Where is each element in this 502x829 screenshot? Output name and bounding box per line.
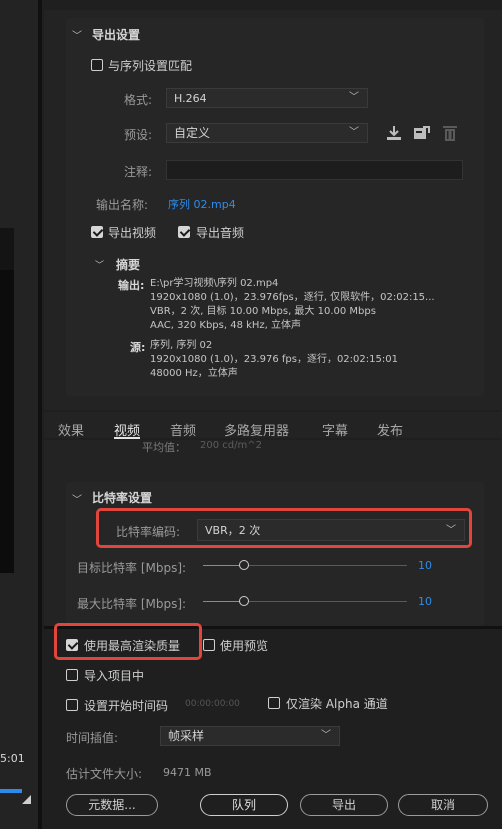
target-bitrate-fill bbox=[203, 565, 244, 566]
chevron-down-icon: ﹀ bbox=[321, 730, 331, 741]
import-preset-icon[interactable] bbox=[413, 125, 431, 141]
format-dropdown[interactable]: H.264 ﹀ bbox=[166, 88, 368, 108]
format-value: H.264 bbox=[174, 92, 207, 105]
tab-video-underline bbox=[114, 437, 140, 439]
summary-chevron-icon[interactable]: ﹀ bbox=[95, 258, 104, 271]
export-settings-title: 导出设置 bbox=[92, 28, 141, 42]
tab-publish[interactable]: 发布 bbox=[377, 420, 403, 439]
output-name-link[interactable]: 序列 02.mp4 bbox=[168, 196, 236, 212]
timecode-label: 5:01 bbox=[0, 752, 25, 765]
summary-output-line-3: VBR，2 次, 目标 10.00 Mbps, 最大 10.00 Mbps bbox=[150, 306, 376, 317]
preset-label: 预设: bbox=[124, 128, 153, 142]
format-label: 格式: bbox=[124, 93, 153, 107]
bitrate-title: 比特率设置 bbox=[92, 491, 153, 505]
highlight-max-quality bbox=[54, 623, 202, 660]
summary-title: 摘要 bbox=[116, 258, 141, 272]
import-project-label: 导入项目中 bbox=[84, 669, 145, 683]
tab-captions[interactable]: 字幕 bbox=[322, 420, 348, 439]
tab-audio[interactable]: 音频 bbox=[170, 420, 196, 439]
highlight-bitrate-encoding bbox=[96, 508, 472, 548]
export-audio-label: 导出音频 bbox=[196, 226, 245, 240]
max-bitrate-label: 最大比特率 [Mbps]: bbox=[77, 597, 187, 611]
export-video-checkbox[interactable] bbox=[91, 226, 103, 238]
summary-source-line-3: 48000 Hz，立体声 bbox=[150, 368, 238, 379]
metadata-button[interactable]: 元数据... bbox=[66, 794, 158, 816]
match-sequence-checkbox[interactable] bbox=[91, 59, 103, 71]
output-name-label: 输出名称: bbox=[96, 198, 149, 212]
collapse-chevron-icon[interactable]: ﹀ bbox=[72, 27, 82, 42]
match-sequence-label: 与序列设置匹配 bbox=[108, 59, 193, 73]
resize-corner-icon[interactable] bbox=[22, 795, 31, 804]
tab-effects[interactable]: 效果 bbox=[58, 420, 84, 439]
target-bitrate-label: 目标比特率 [Mbps]: bbox=[77, 561, 187, 575]
target-bitrate-value[interactable]: 10 bbox=[418, 559, 432, 572]
summary-output-line-4: AAC, 320 Kbps, 48 kHz, 立体声 bbox=[150, 320, 302, 331]
import-project-checkbox[interactable] bbox=[66, 669, 78, 681]
file-size-value: 9471 MB bbox=[163, 766, 212, 779]
preset-dropdown[interactable]: 自定义 ﹀ bbox=[166, 123, 368, 143]
queue-button[interactable]: 队列 bbox=[200, 794, 288, 816]
summary-output-line-2: 1920x1080 (1.0)，23.976fps，逐行, 仅限软件，02:02… bbox=[150, 292, 435, 303]
set-start-timecode-label: 设置开始时间码 bbox=[84, 699, 169, 713]
cancel-button[interactable]: 取消 bbox=[398, 794, 488, 816]
use-previews-label: 使用预览 bbox=[220, 639, 269, 653]
use-previews-checkbox[interactable] bbox=[203, 639, 215, 651]
summary-output-label: 输出: bbox=[118, 279, 145, 292]
file-size-label: 估计文件大小: bbox=[66, 767, 143, 781]
render-alpha-label: 仅渲染 Alpha 通道 bbox=[286, 697, 388, 711]
delete-preset-icon[interactable] bbox=[442, 124, 458, 142]
summary-source-line-1: 序列, 序列 02 bbox=[150, 340, 213, 351]
summary-source-line-2: 1920x1080 (1.0)，23.976 fps，逐行，02:02:15:0… bbox=[150, 354, 398, 365]
preset-value: 自定义 bbox=[174, 126, 211, 140]
average-value-label: 平均值： bbox=[142, 441, 186, 454]
max-bitrate-value[interactable]: 10 bbox=[418, 595, 432, 608]
start-timecode-value[interactable]: 00:00:00:00 bbox=[185, 699, 240, 709]
max-bitrate-fill bbox=[203, 601, 244, 602]
time-interpolation-dropdown[interactable]: 帧采样 ﹀ bbox=[160, 726, 340, 746]
tab-multiplexer[interactable]: 多路复用器 bbox=[224, 420, 289, 439]
chevron-down-icon: ﹀ bbox=[349, 92, 359, 103]
export-button[interactable]: 导出 bbox=[300, 794, 388, 816]
preview-area bbox=[0, 228, 14, 573]
comment-input[interactable] bbox=[166, 160, 463, 180]
render-alpha-checkbox[interactable] bbox=[268, 697, 280, 709]
playhead-bar[interactable] bbox=[0, 789, 22, 793]
time-interpolation-value: 帧采样 bbox=[168, 729, 205, 743]
export-audio-checkbox[interactable] bbox=[178, 226, 190, 238]
preview-strip bbox=[0, 228, 14, 270]
left-panel-divider bbox=[38, 0, 42, 829]
summary-output-line-1: E:\pr学习视频\序列 02.mp4 bbox=[150, 278, 279, 289]
set-start-timecode-checkbox[interactable] bbox=[66, 699, 78, 711]
summary-source-label: 源: bbox=[130, 341, 146, 354]
max-bitrate-slider[interactable] bbox=[203, 596, 407, 606]
save-preset-icon[interactable] bbox=[386, 125, 402, 141]
bitrate-chevron-icon[interactable]: ﹀ bbox=[72, 491, 82, 506]
max-bitrate-thumb[interactable] bbox=[239, 596, 249, 606]
target-bitrate-slider[interactable] bbox=[203, 560, 407, 570]
average-value-text: 200 cd/m^2 bbox=[200, 440, 262, 451]
target-bitrate-thumb[interactable] bbox=[239, 560, 249, 570]
comment-label: 注释: bbox=[124, 165, 153, 179]
export-video-label: 导出视频 bbox=[108, 226, 157, 240]
chevron-down-icon: ﹀ bbox=[349, 127, 359, 138]
time-interpolation-label: 时间插值: bbox=[66, 731, 119, 745]
